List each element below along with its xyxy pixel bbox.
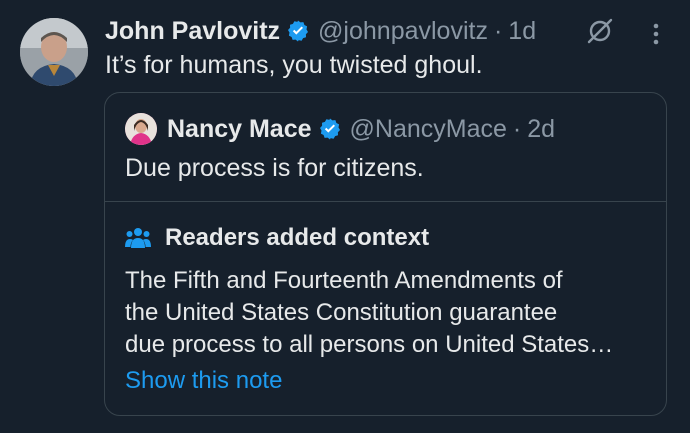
community-note-header: Readers added context	[125, 221, 429, 255]
tweet-timestamp[interactable]: 1d	[508, 17, 536, 46]
note-line: The Fifth and Fourteenth Amendments of	[125, 267, 563, 294]
note-divider	[105, 201, 666, 202]
people-icon	[125, 228, 151, 248]
verified-badge-icon	[319, 118, 340, 140]
separator-dot: ·	[512, 114, 522, 143]
quoted-author-handle[interactable]: @NancyMace	[350, 115, 507, 144]
more-options-icon[interactable]	[646, 22, 666, 46]
verified-badge-icon	[288, 20, 309, 42]
separator-dot: ·	[493, 16, 503, 45]
author-name[interactable]: John Pavlovitz	[105, 17, 280, 46]
quoted-tweet-timestamp[interactable]: 2d	[527, 115, 555, 144]
note-line: due process to all persons on United Sta…	[125, 331, 614, 358]
quoted-author-name[interactable]: Nancy Mace	[167, 115, 312, 144]
quoted-author-avatar	[125, 113, 157, 145]
tweet-text: It’s for humans, you twisted ghoul.	[105, 51, 483, 79]
grok-icon[interactable]	[586, 17, 614, 45]
tweet[interactable]: John Pavlovitz @johnpavlovitz · 1d It’s …	[0, 0, 690, 433]
quoted-tweet-card[interactable]: Nancy Mace @NancyMace · 2d Due process i…	[104, 92, 667, 416]
quoted-tweet-header: Nancy Mace @NancyMace · 2d	[125, 112, 555, 146]
tweet-header: John Pavlovitz @johnpavlovitz · 1d	[105, 12, 536, 50]
quoted-tweet-text: Due process is for citizens.	[125, 154, 424, 182]
show-this-note-link[interactable]: Show this note	[125, 365, 282, 397]
author-handle[interactable]: @johnpavlovitz	[318, 17, 488, 46]
community-note-title: Readers added context	[165, 224, 430, 251]
community-note-body: The Fifth and Fourteenth Amendments of t…	[125, 265, 655, 361]
author-avatar[interactable]	[20, 18, 88, 86]
note-line: the United States Constitution guarantee	[125, 299, 558, 326]
